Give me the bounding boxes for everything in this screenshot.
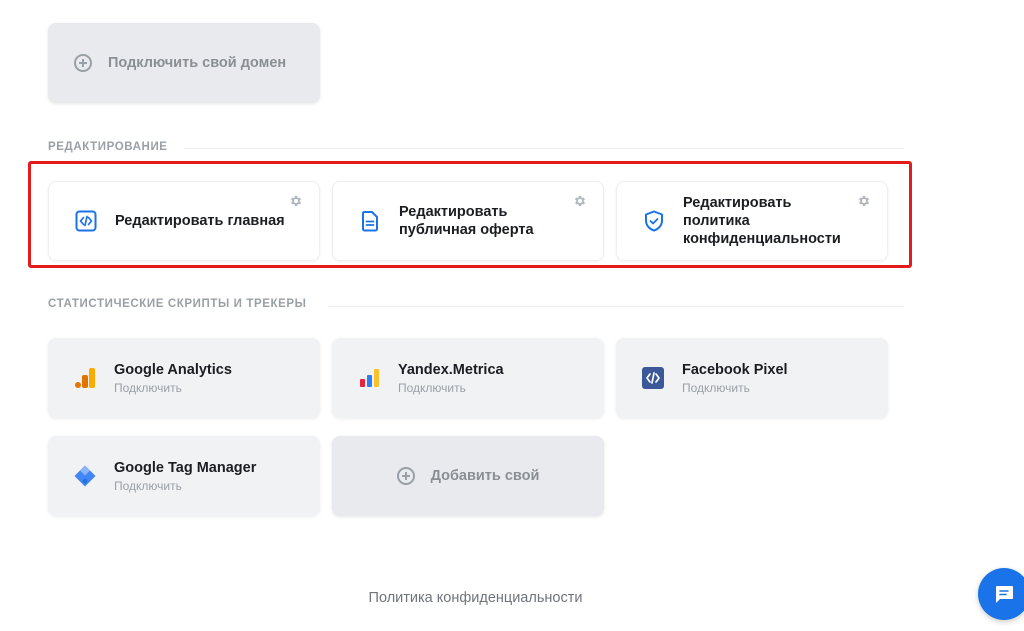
section-title-trackers: СТАТИСТИЧЕСКИЕ СКРИПТЫ И ТРЕКЕРЫ xyxy=(48,298,307,310)
google-tag-manager-card[interactable]: Google Tag Manager Подключить xyxy=(48,436,320,516)
yandex-metrica-connect: Подключить xyxy=(398,381,466,395)
yandex-metrica-card[interactable]: Yandex.Metrica Подключить xyxy=(332,338,604,418)
connect-domain-label: Подключить свой домен xyxy=(108,55,287,71)
section-divider xyxy=(328,306,904,307)
plus-circle-icon xyxy=(74,54,92,72)
plus-circle-icon xyxy=(396,467,415,485)
google-tag-manager-connect: Подключить xyxy=(114,479,182,493)
chat-button[interactable] xyxy=(978,568,1024,620)
yandex-metrica-icon xyxy=(356,365,382,391)
google-tag-manager-icon xyxy=(72,463,98,489)
google-analytics-title: Google Analytics xyxy=(114,362,232,378)
google-tag-manager-title: Google Tag Manager xyxy=(114,460,257,476)
facebook-pixel-connect: Подключить xyxy=(682,381,750,395)
privacy-policy-link[interactable]: Политика конфиденциальности xyxy=(0,590,951,606)
facebook-pixel-card[interactable]: Facebook Pixel Подключить xyxy=(616,338,888,418)
chat-icon xyxy=(996,586,1013,603)
yandex-metrica-title: Yandex.Metrica xyxy=(398,362,504,378)
google-analytics-connect: Подключить xyxy=(114,381,182,395)
facebook-pixel-title: Facebook Pixel xyxy=(682,362,788,378)
section-divider xyxy=(184,148,904,149)
section-title-editing: РЕДАКТИРОВАНИЕ xyxy=(48,141,168,153)
google-analytics-icon xyxy=(72,365,98,391)
google-analytics-card[interactable]: Google Analytics Подключить xyxy=(48,338,320,418)
connect-domain-button[interactable]: Подключить свой домен xyxy=(48,23,320,103)
highlight-box xyxy=(28,161,912,268)
facebook-pixel-icon xyxy=(640,365,666,391)
add-custom-label: Добавить свой xyxy=(430,468,540,484)
add-custom-button[interactable]: Добавить свой xyxy=(332,436,604,516)
